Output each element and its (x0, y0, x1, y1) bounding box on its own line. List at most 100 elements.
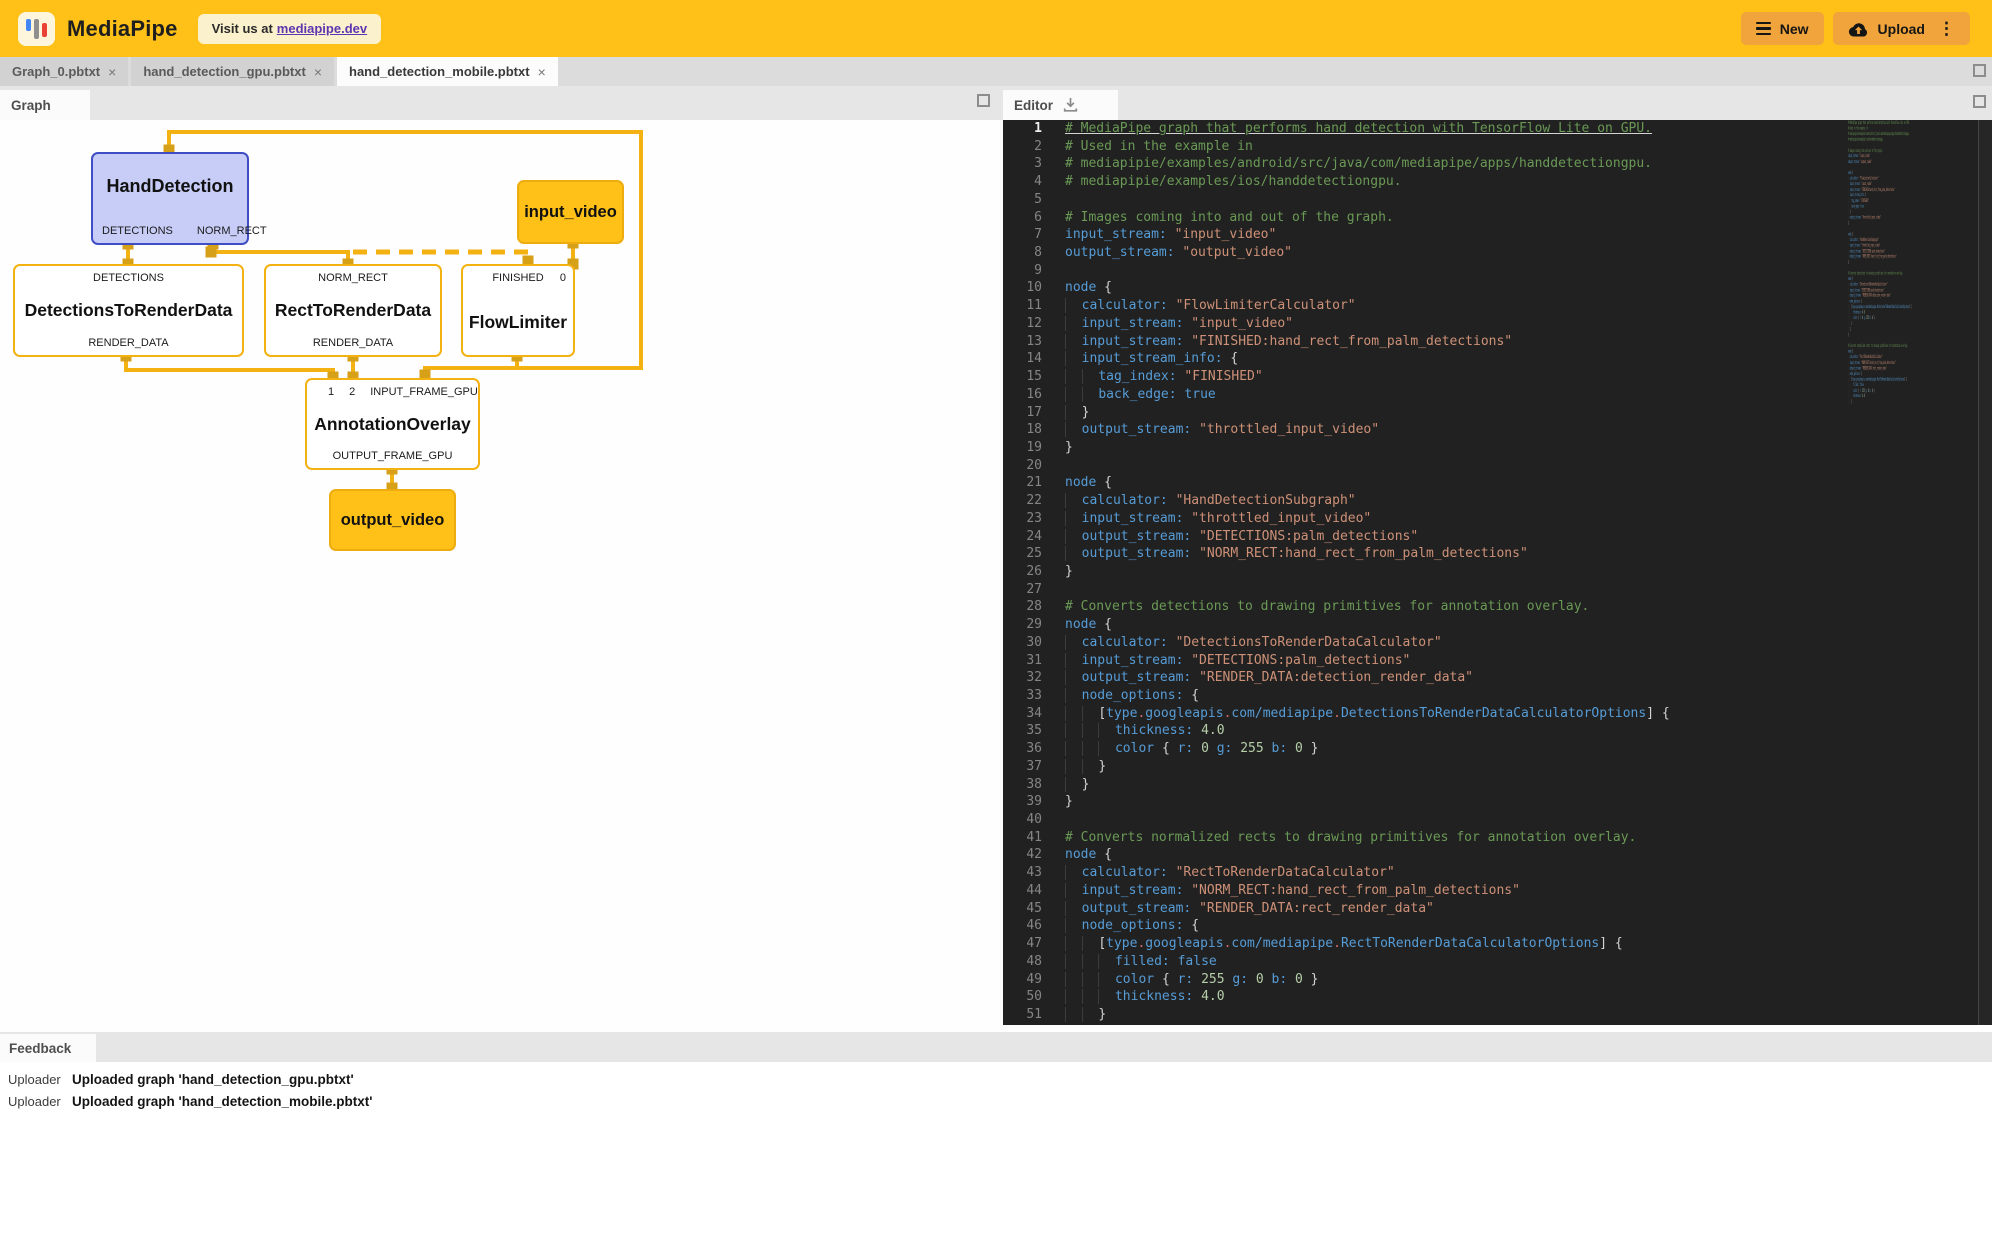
line-number: 28 (1003, 598, 1055, 616)
code-editor[interactable]: 1# MediaPipe graph that performs hand de… (1003, 120, 1992, 1025)
code-line-21[interactable]: 21node { (1003, 474, 1670, 492)
line-content: node { (1055, 616, 1112, 634)
code-line-6[interactable]: 6# Images coming into and out of the gra… (1003, 209, 1670, 227)
code-line-4[interactable]: 4# mediapipie/examples/ios/handdetection… (1003, 173, 1670, 191)
graph-node-AnnotationOverlay[interactable]: 12INPUT_FRAME_GPUAnnotationOverlayOUTPUT… (305, 378, 480, 470)
kebab-menu-icon[interactable]: ⋮ (1938, 19, 1955, 39)
expand-graph-panel-icon[interactable] (977, 94, 990, 107)
line-content: } (1055, 563, 1073, 581)
code-line-14[interactable]: 14 input_stream_info: { (1003, 350, 1670, 368)
file-tab-hand_detection_mobile.pbtxt[interactable]: hand_detection_mobile.pbtxt× (337, 57, 558, 86)
code-line-33[interactable]: 33 node_options: { (1003, 687, 1670, 705)
new-button[interactable]: New (1741, 12, 1824, 45)
code-line-22[interactable]: 22 calculator: "HandDetectionSubgraph" (1003, 492, 1670, 510)
tab-graph[interactable]: Graph (0, 90, 90, 120)
code-line-5[interactable]: 5 (1003, 191, 1670, 209)
line-number: 40 (1003, 811, 1055, 829)
code-line-2[interactable]: 2# Used in the example in (1003, 138, 1670, 156)
code-line-46[interactable]: 46 node_options: { (1003, 917, 1670, 935)
line-number: 47 (1003, 935, 1055, 953)
code-line-3[interactable]: 3# mediapipie/examples/android/src/java/… (1003, 155, 1670, 173)
code-line-47[interactable]: 47 [type.googleapis.com/mediapipe.RectTo… (1003, 935, 1670, 953)
code-line-30[interactable]: 30 calculator: "DetectionsToRenderDataCa… (1003, 634, 1670, 652)
line-number: 39 (1003, 793, 1055, 811)
file-tab-hand_detection_gpu.pbtxt[interactable]: hand_detection_gpu.pbtxt× (131, 57, 334, 86)
tab-editor[interactable]: Editor (1003, 90, 1118, 120)
code-line-27[interactable]: 27 (1003, 581, 1670, 599)
graph-node-input_video[interactable]: input_video (517, 180, 624, 244)
code-line-19[interactable]: 19} (1003, 439, 1670, 457)
menu-icon (1756, 22, 1771, 36)
code-line-28[interactable]: 28# Converts detections to drawing primi… (1003, 598, 1670, 616)
code-line-1[interactable]: 1# MediaPipe graph that performs hand de… (1003, 120, 1670, 138)
code-line-39[interactable]: 39} (1003, 793, 1670, 811)
code-line-15[interactable]: 15 tag_index: "FINISHED" (1003, 368, 1670, 386)
code-line-38[interactable]: 38 } (1003, 776, 1670, 794)
mediapipe-dev-link[interactable]: mediapipe.dev (277, 21, 367, 36)
code-line-18[interactable]: 18 output_stream: "throttled_input_video… (1003, 421, 1670, 439)
code-line-51[interactable]: 51 } (1003, 1006, 1670, 1024)
code-lines[interactable]: 1# MediaPipe graph that performs hand de… (1003, 120, 1670, 1024)
code-line-13[interactable]: 13 input_stream: "FINISHED:hand_rect_fro… (1003, 333, 1670, 351)
code-line-41[interactable]: 41# Converts normalized rects to drawing… (1003, 829, 1670, 847)
code-line-17[interactable]: 17 } (1003, 404, 1670, 422)
code-line-16[interactable]: 16 back_edge: true (1003, 386, 1670, 404)
upload-button[interactable]: Upload ⋮ (1833, 12, 1970, 45)
node-title: RectToRenderData (266, 290, 440, 331)
graph-node-RectToRenderData[interactable]: NORM_RECTRectToRenderDataRENDER_DATA (264, 264, 442, 357)
code-line-43[interactable]: 43 calculator: "RectToRenderDataCalculat… (1003, 864, 1670, 882)
code-line-36[interactable]: 36 color { r: 0 g: 255 b: 0 } (1003, 740, 1670, 758)
code-line-23[interactable]: 23 input_stream: "throttled_input_video" (1003, 510, 1670, 528)
code-line-40[interactable]: 40 (1003, 811, 1670, 829)
port-label-RENDER_DATA: RENDER_DATA (88, 337, 168, 349)
edge-detectionrenderdata-to-overlay (126, 356, 333, 377)
code-line-49[interactable]: 49 color { r: 255 g: 0 b: 0 } (1003, 971, 1670, 989)
code-line-7[interactable]: 7input_stream: "input_video" (1003, 226, 1670, 244)
expand-editor-panel-icon[interactable] (1973, 95, 1986, 108)
line-number: 50 (1003, 988, 1055, 1006)
code-line-9[interactable]: 9 (1003, 262, 1670, 280)
tab-editor-label: Editor (1014, 98, 1053, 113)
code-line-35[interactable]: 35 thickness: 4.0 (1003, 722, 1670, 740)
top-ports: NORM_RECT (266, 266, 440, 290)
graph-node-HandDetection[interactable]: HandDetectionDETECTIONSNORM_RECT (91, 152, 249, 245)
file-tab-Graph_0.pbtxt[interactable]: Graph_0.pbtxt× (0, 57, 128, 86)
node-title: input_video (524, 203, 617, 222)
code-line-24[interactable]: 24 output_stream: "DETECTIONS:palm_detec… (1003, 528, 1670, 546)
tab-feedback[interactable]: Feedback (0, 1034, 96, 1062)
graph-node-output_video[interactable]: output_video (329, 489, 456, 551)
close-tab-icon[interactable]: × (538, 64, 546, 80)
code-line-29[interactable]: 29node { (1003, 616, 1670, 634)
graph-node-DetectionsToRenderData[interactable]: DETECTIONSDetectionsToRenderDataRENDER_D… (13, 264, 244, 357)
app-title: MediaPipe (67, 16, 178, 42)
line-number: 8 (1003, 244, 1055, 262)
code-line-8[interactable]: 8output_stream: "output_video" (1003, 244, 1670, 262)
code-line-20[interactable]: 20 (1003, 457, 1670, 475)
expand-tabs-icon[interactable] (1973, 64, 1986, 77)
line-number: 13 (1003, 333, 1055, 351)
download-icon[interactable] (1062, 97, 1079, 113)
code-line-42[interactable]: 42node { (1003, 846, 1670, 864)
code-line-12[interactable]: 12 input_stream: "input_video" (1003, 315, 1670, 333)
code-line-25[interactable]: 25 output_stream: "NORM_RECT:hand_rect_f… (1003, 545, 1670, 563)
bottom-ports: RENDER_DATA (15, 331, 242, 355)
editor-scrollbar[interactable] (1979, 120, 1992, 1025)
minimap[interactable]: # MediaPipe graph that performs hand det… (1848, 120, 1948, 430)
code-line-11[interactable]: 11 calculator: "FlowLimiterCalculator" (1003, 297, 1670, 315)
close-tab-icon[interactable]: × (108, 64, 116, 80)
code-line-37[interactable]: 37 } (1003, 758, 1670, 776)
code-line-44[interactable]: 44 input_stream: "NORM_RECT:hand_rect_fr… (1003, 882, 1670, 900)
line-content: node_options: { (1055, 687, 1199, 705)
code-line-48[interactable]: 48 filled: false (1003, 953, 1670, 971)
line-number: 51 (1003, 1006, 1055, 1024)
code-line-34[interactable]: 34 [type.googleapis.com/mediapipe.Detect… (1003, 705, 1670, 723)
code-line-31[interactable]: 31 input_stream: "DETECTIONS:palm_detect… (1003, 652, 1670, 670)
code-line-10[interactable]: 10node { (1003, 279, 1670, 297)
graph-canvas[interactable]: HandDetectionDETECTIONSNORM_RECT input_vi… (0, 120, 1003, 1032)
code-line-32[interactable]: 32 output_stream: "RENDER_DATA:detection… (1003, 669, 1670, 687)
code-line-26[interactable]: 26} (1003, 563, 1670, 581)
code-line-50[interactable]: 50 thickness: 4.0 (1003, 988, 1670, 1006)
code-line-45[interactable]: 45 output_stream: "RENDER_DATA:rect_rend… (1003, 900, 1670, 918)
graph-node-FlowLimiter[interactable]: FINISHED0FlowLimiter (461, 264, 575, 357)
close-tab-icon[interactable]: × (314, 64, 322, 80)
